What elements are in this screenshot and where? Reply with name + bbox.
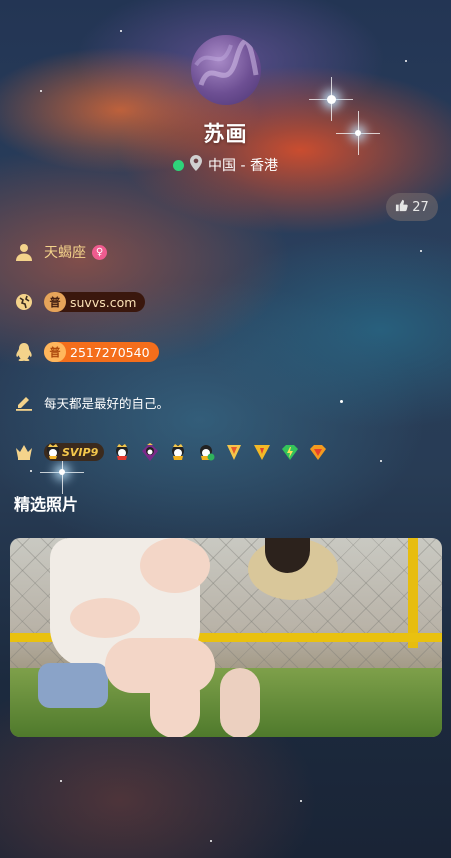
motto-text: 每天都是最好的自己。 [44, 395, 170, 411]
zodiac-text: 天蝎座 [44, 245, 86, 261]
zodiac-row: 天蝎座 ♀ [14, 239, 107, 265]
gallery-title: 精选照片 [14, 495, 79, 514]
vip-badges: SVIP9 [44, 442, 328, 462]
qq-number[interactable]: 普 2517270540 [44, 342, 159, 362]
profile-name: 苏画 [203, 122, 248, 146]
qq-row: 普 2517270540 [14, 339, 159, 365]
map-pin-icon [190, 155, 203, 175]
green-diamond-badge-icon[interactable] [280, 442, 300, 462]
thumbs-up-icon [395, 199, 408, 216]
yellow-v-badge-icon[interactable] [252, 442, 272, 462]
crown-icon [14, 442, 34, 462]
online-status-dot [173, 159, 185, 171]
globe-icon [14, 292, 34, 312]
level-badge-icon: 普 [44, 292, 66, 312]
penguin-purple-icon[interactable] [140, 442, 160, 462]
motto-row: 每天都是最好的自己。 [14, 389, 169, 415]
like-count: 27 [412, 199, 429, 215]
level-badge-icon: 普 [44, 342, 66, 362]
penguin-yellow-icon[interactable] [168, 442, 188, 462]
yellow-shield-badge-icon[interactable] [224, 442, 244, 462]
user-icon [14, 242, 34, 262]
website-row: 普 suvvs.com [14, 289, 146, 315]
location: 中国 - 香港 [0, 155, 451, 175]
qq-penguin-icon [14, 342, 34, 362]
pen-icon [14, 392, 34, 412]
svip-text: SVIP9 [62, 445, 99, 459]
badges-row: SVIP9 [14, 439, 328, 465]
like-button[interactable]: 27 [386, 193, 438, 221]
location-text: 中国 - 香港 [208, 158, 278, 174]
qq-penguin-icon [47, 444, 59, 459]
svip-badge[interactable]: SVIP9 [44, 443, 105, 461]
avatar[interactable] [191, 35, 261, 105]
female-gender-icon: ♀ [92, 244, 107, 260]
penguin-green-icon[interactable] [196, 442, 216, 462]
orange-diamond-badge-icon[interactable] [308, 442, 328, 462]
featured-photo[interactable] [10, 538, 442, 737]
penguin-red-icon[interactable] [112, 442, 132, 462]
website-link[interactable]: 普 suvvs.com [44, 292, 146, 312]
qq-text: 2517270540 [70, 344, 150, 360]
website-text: suvvs.com [70, 294, 137, 310]
